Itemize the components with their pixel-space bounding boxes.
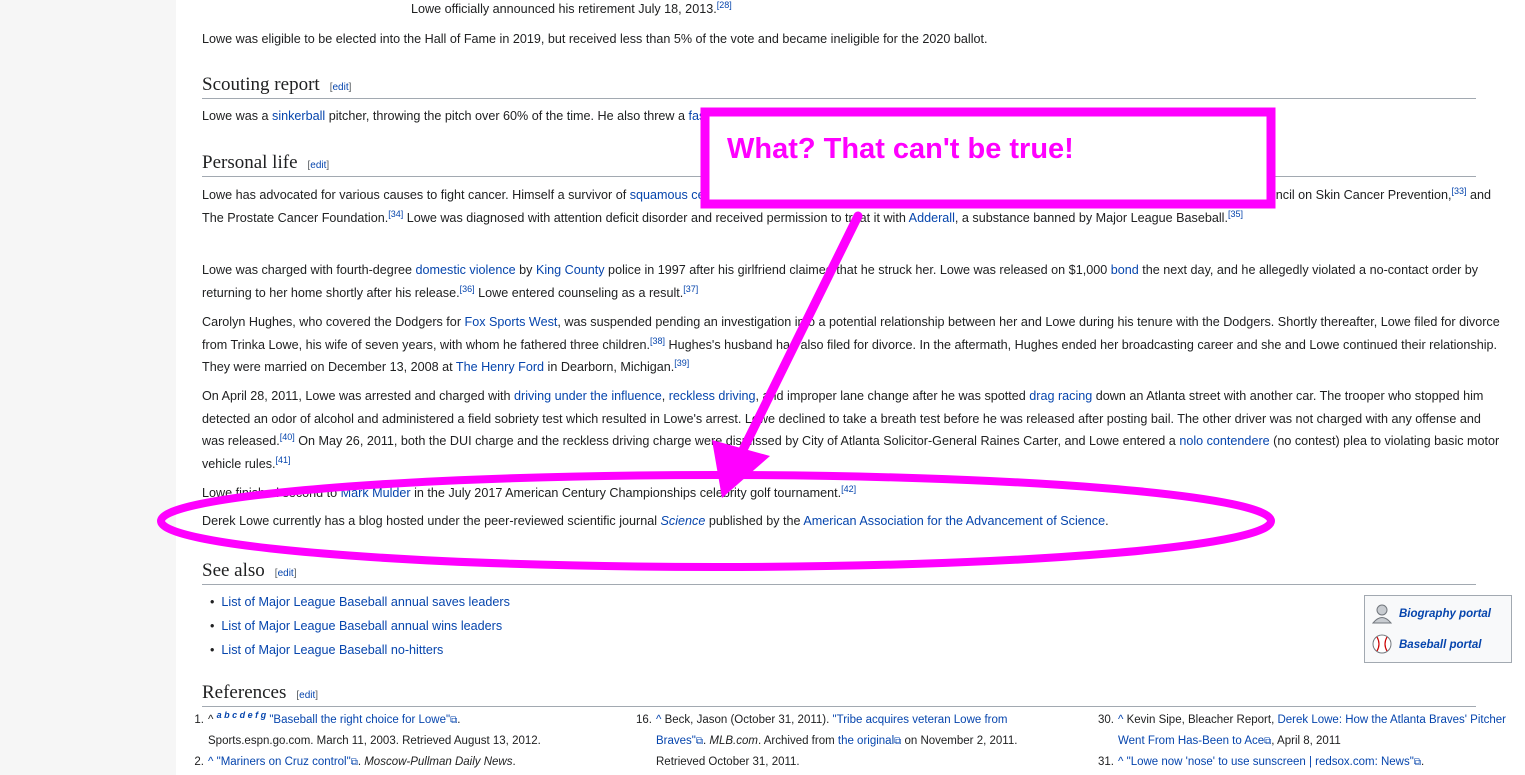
- personal-paragraph-2: Lowe was charged with fourth-degree dome…: [202, 263, 1479, 300]
- link-bond[interactable]: bond: [1111, 263, 1139, 277]
- see-also-link[interactable]: List of Major League Baseball annual win…: [221, 619, 502, 633]
- link-science[interactable]: Science: [661, 514, 706, 528]
- link-sinkerball[interactable]: sinkerball: [272, 109, 325, 123]
- link-domestic-violence[interactable]: domestic violence: [416, 263, 516, 277]
- link-squamous-cell-carcinoma[interactable]: squamous cell carcinoma: [630, 188, 772, 202]
- reference-title-link[interactable]: "Lowe now 'nose' to use sunscreen | reds…: [1127, 756, 1414, 768]
- reference-item: 30. ^ Kevin Sipe, Bleacher Report, Derek …: [1098, 714, 1506, 747]
- personal-paragraph-4: On April 28, 2011, Lowe was arrested and…: [202, 389, 1500, 471]
- baseball-portal-link[interactable]: Baseball portal: [1399, 639, 1481, 651]
- link-fox-sports-west[interactable]: Fox Sports West: [465, 315, 558, 329]
- article-content: Lowe officially announced his retirement…: [176, 0, 1525, 775]
- references-column-2: 16. ^ Beck, Jason (October 31, 2011). "Tr…: [624, 710, 1054, 773]
- edit-link[interactable]: edit: [332, 82, 348, 93]
- external-link-icon: ⧉: [695, 736, 704, 747]
- external-link-icon: ⧉: [1413, 757, 1421, 768]
- see-also-link[interactable]: List of Major League Baseball no-hitters: [221, 643, 443, 657]
- link-mark-mulder[interactable]: Mark Mulder: [341, 486, 411, 500]
- external-link-icon: ⧉: [350, 757, 358, 768]
- link-reckless-driving[interactable]: reckless driving: [669, 389, 756, 403]
- sidebar-panel: [0, 0, 176, 775]
- archive-link[interactable]: the original: [838, 735, 894, 747]
- see-also-link[interactable]: List of Major League Baseball annual sav…: [221, 595, 509, 609]
- see-also-list: List of Major League Baseball annual sav…: [210, 590, 510, 662]
- annotation-text: What? That can't be true!: [727, 133, 1074, 165]
- scouting-paragraph: Lowe was a sinkerball pitcher, throwing …: [202, 109, 858, 123]
- section-heading-references: References [edit]: [202, 682, 1476, 707]
- retirement-line: Lowe officially announced his retirement…: [411, 0, 732, 16]
- reference-item: 2. ^ "Mariners on Cruz control"⧉. Moscow-…: [194, 756, 516, 768]
- portal-baseball[interactable]: Baseball portal: [1371, 632, 1481, 658]
- personal-paragraph-5: Lowe finished second to Mark Mulder in t…: [202, 483, 857, 500]
- list-item: List of Major League Baseball no-hitters: [210, 638, 510, 662]
- edit-link[interactable]: edit: [299, 690, 315, 701]
- biography-icon: [1371, 602, 1393, 627]
- section-heading-see-also: See also [edit]: [202, 560, 1476, 585]
- reference-item: 1. ^ a b c d e f g "Baseball the right ch…: [194, 710, 461, 726]
- link-aaas[interactable]: American Association for the Advancement…: [803, 514, 1105, 528]
- reference-item: 31. ^ "Lowe now 'nose' to use sunscreen |…: [1098, 756, 1425, 768]
- link-adderall[interactable]: Adderall: [909, 211, 955, 225]
- biography-portal-link[interactable]: Biography portal: [1399, 608, 1491, 620]
- personal-paragraph-1: Lowe has advocated for various causes to…: [202, 185, 1492, 225]
- link-dui[interactable]: driving under the influence: [514, 389, 662, 403]
- references-column-1: 1. ^ a b c d e f g "Baseball the right ch…: [176, 710, 606, 773]
- list-item: List of Major League Baseball annual sav…: [210, 590, 509, 614]
- edit-link[interactable]: edit: [310, 160, 326, 171]
- edit-link[interactable]: edit: [278, 568, 294, 579]
- link-slider[interactable]: slider: [824, 109, 853, 123]
- portal-biography[interactable]: Biography portal: [1371, 601, 1491, 627]
- external-link-icon: ⧉: [450, 715, 458, 726]
- reference-item: 16. ^ Beck, Jason (October 31, 2011). "Tr…: [636, 714, 1018, 768]
- link-king-county[interactable]: King County: [536, 263, 605, 277]
- link-henry-ford[interactable]: The Henry Ford: [456, 360, 544, 374]
- link-curveball[interactable]: curveball: [735, 109, 785, 123]
- section-heading-scouting: Scouting report [edit]: [202, 74, 1476, 99]
- references-column-3: 30. ^ Kevin Sipe, Bleacher Report, Derek …: [1086, 710, 1506, 773]
- portal-box: Biography portal Baseball portal: [1364, 595, 1512, 663]
- reference-item-cont: Sports.espn.go.com. March 11, 2003. Retr…: [208, 735, 541, 747]
- personal-paragraph-3: Carolyn Hughes, who covered the Dodgers …: [202, 315, 1500, 374]
- link-fastball[interactable]: fastball: [689, 109, 729, 123]
- link-drag-racing[interactable]: drag racing: [1029, 389, 1092, 403]
- reference-title-link[interactable]: "Mariners on Cruz control": [217, 756, 351, 768]
- link-nolo-contendere[interactable]: nolo contendere: [1179, 434, 1269, 448]
- hof-paragraph: Lowe was eligible to be elected into the…: [202, 32, 988, 46]
- personal-paragraph-6: Derek Lowe currently has a blog hosted u…: [202, 514, 1109, 528]
- reference-title-link[interactable]: "Baseball the right choice for Lowe": [269, 714, 450, 726]
- list-item: List of Major League Baseball annual win…: [210, 614, 510, 638]
- baseball-icon: [1371, 633, 1393, 658]
- ref-link[interactable]: [28]: [717, 0, 732, 10]
